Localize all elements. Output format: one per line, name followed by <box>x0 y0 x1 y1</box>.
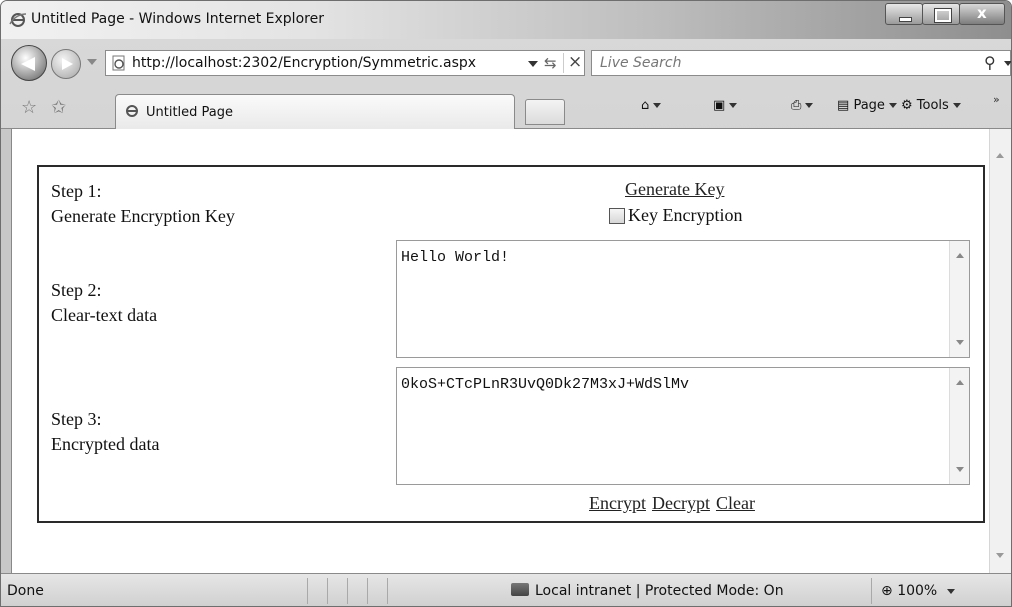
step-2-title: Step 2: <box>51 280 102 300</box>
status-pane <box>367 578 387 604</box>
status-pane <box>327 578 347 604</box>
encrypted-textarea[interactable]: 0koS+CTcPLnR3UvQ0Dk27M3xJ+WdSlMv <box>396 367 970 485</box>
key-encryption-option[interactable]: Key Encryption <box>609 205 742 226</box>
zoom-control[interactable]: ⊕ 100% <box>881 583 956 599</box>
action-links: Encrypt Decrypt Clear <box>589 493 755 514</box>
page-menu[interactable]: ▤ Page <box>837 98 897 113</box>
clear-text-value[interactable]: Hello World! <box>401 249 509 266</box>
scroll-up-icon[interactable] <box>996 153 1004 158</box>
ie-logo-icon <box>9 13 27 27</box>
clear-text-scrollbar[interactable] <box>949 241 969 357</box>
search-icon[interactable]: ⚲ <box>984 53 996 72</box>
step-2-description: Clear-text data <box>51 305 158 325</box>
step-2-label: Step 2: Clear-text data <box>51 278 157 328</box>
status-pane <box>307 578 327 604</box>
window-controls <box>885 3 1005 25</box>
step-3-description: Encrypted data <box>51 434 160 454</box>
step-3-title: Step 3: <box>51 409 102 429</box>
print-icon: ⎙ <box>791 98 802 113</box>
url-text[interactable]: http://localhost:2302/Encryption/Symmetr… <box>132 55 476 71</box>
tab-row: ☆ ✩ Untitled Page ⌂ ▣ ⎙ ▤ Page ⚙ Tools » <box>1 85 1011 130</box>
generate-key-link[interactable]: Generate Key <box>625 179 724 200</box>
step-1-title: Step 1: <box>51 181 102 201</box>
feeds-button[interactable]: ▣ <box>713 98 738 113</box>
scroll-up-icon[interactable] <box>956 253 964 258</box>
new-tab-button[interactable] <box>525 99 565 125</box>
page-icon <box>112 55 125 71</box>
more-commands-chevron-icon[interactable]: » <box>993 93 1000 106</box>
search-input[interactable]: Live Search <box>600 55 681 71</box>
zoom-icon: ⊕ <box>881 583 893 599</box>
scroll-down-icon[interactable] <box>956 340 964 345</box>
forward-button[interactable] <box>51 49 81 79</box>
status-pane <box>387 578 407 604</box>
home-button[interactable]: ⌂ <box>641 98 662 113</box>
search-dropdown[interactable] <box>1004 61 1011 66</box>
frame-left-edge <box>1 129 11 573</box>
security-zone-label: Local intranet | Protected Mode: On <box>535 583 784 599</box>
close-button[interactable] <box>959 3 1005 25</box>
print-button[interactable]: ⎙ <box>791 98 814 113</box>
status-text: Done <box>7 583 44 599</box>
encrypted-scrollbar[interactable] <box>949 368 969 484</box>
address-row: http://localhost:2302/Encryption/Symmetr… <box>1 39 1011 85</box>
ie-logo-icon <box>126 105 138 117</box>
stop-icon[interactable]: × <box>568 52 582 72</box>
minimize-button[interactable] <box>885 3 923 25</box>
tab-label: Untitled Page <box>146 105 234 120</box>
recent-pages-dropdown[interactable] <box>87 59 97 65</box>
zoom-level: 100% <box>897 583 938 599</box>
decrypt-link[interactable]: Decrypt <box>652 493 710 514</box>
step-1-label: Step 1: Generate Encryption Key <box>51 179 235 229</box>
window-title: Untitled Page - Windows Internet Explore… <box>31 11 324 27</box>
security-zone[interactable]: Local intranet | Protected Mode: On <box>511 583 784 599</box>
tools-menu[interactable]: ⚙ Tools <box>901 98 961 113</box>
feeds-icon: ▣ <box>713 98 726 113</box>
encrypted-value[interactable]: 0koS+CTcPLnR3UvQ0Dk27M3xJ+WdSlMv <box>401 376 689 393</box>
scroll-up-icon[interactable] <box>956 380 964 385</box>
status-pane <box>347 578 367 604</box>
page-scrollbar[interactable] <box>989 129 1011 573</box>
step-1-description: Generate Encryption Key <box>51 206 235 226</box>
address-bar[interactable]: http://localhost:2302/Encryption/Symmetr… <box>105 50 585 76</box>
page-menu-icon: ▤ <box>837 98 850 113</box>
clear-text-textarea[interactable]: Hello World! <box>396 240 970 358</box>
tools-menu-label: Tools <box>916 98 949 113</box>
search-box[interactable]: Live Search ⚲ <box>591 50 1011 76</box>
tab-untitled-page[interactable]: Untitled Page <box>115 94 515 130</box>
status-panes <box>307 578 407 604</box>
clear-link[interactable]: Clear <box>716 493 755 514</box>
address-divider <box>563 53 564 73</box>
status-bar: Done Local intranet | Protected Mode: On… <box>1 573 1011 606</box>
home-icon: ⌂ <box>641 98 650 113</box>
key-encryption-label: Key Encryption <box>628 205 743 225</box>
browser-window: Untitled Page - Windows Internet Explore… <box>0 0 1012 607</box>
status-divider <box>871 578 872 604</box>
address-dropdown[interactable] <box>528 61 538 67</box>
add-favorites-icon[interactable]: ✩ <box>51 97 66 118</box>
page-menu-label: Page <box>853 98 885 113</box>
encryption-form: Step 1: Generate Encryption Key Step 2: … <box>37 165 985 523</box>
step-3-label: Step 3: Encrypted data <box>51 407 159 457</box>
page-viewport: Step 1: Generate Encryption Key Step 2: … <box>11 129 989 573</box>
scroll-down-icon[interactable] <box>996 553 1004 558</box>
back-button[interactable] <box>11 45 47 81</box>
maximize-button[interactable] <box>922 3 960 25</box>
scroll-down-icon[interactable] <box>956 467 964 472</box>
refresh-icon[interactable]: ⇆ <box>544 54 557 72</box>
gear-icon: ⚙ <box>901 98 913 113</box>
local-intranet-icon <box>511 583 529 596</box>
encrypt-link[interactable]: Encrypt <box>589 493 646 514</box>
key-encryption-checkbox[interactable] <box>609 207 625 224</box>
favorites-star-icon[interactable]: ☆ <box>21 97 37 118</box>
title-bar: Untitled Page - Windows Internet Explore… <box>1 1 1011 39</box>
